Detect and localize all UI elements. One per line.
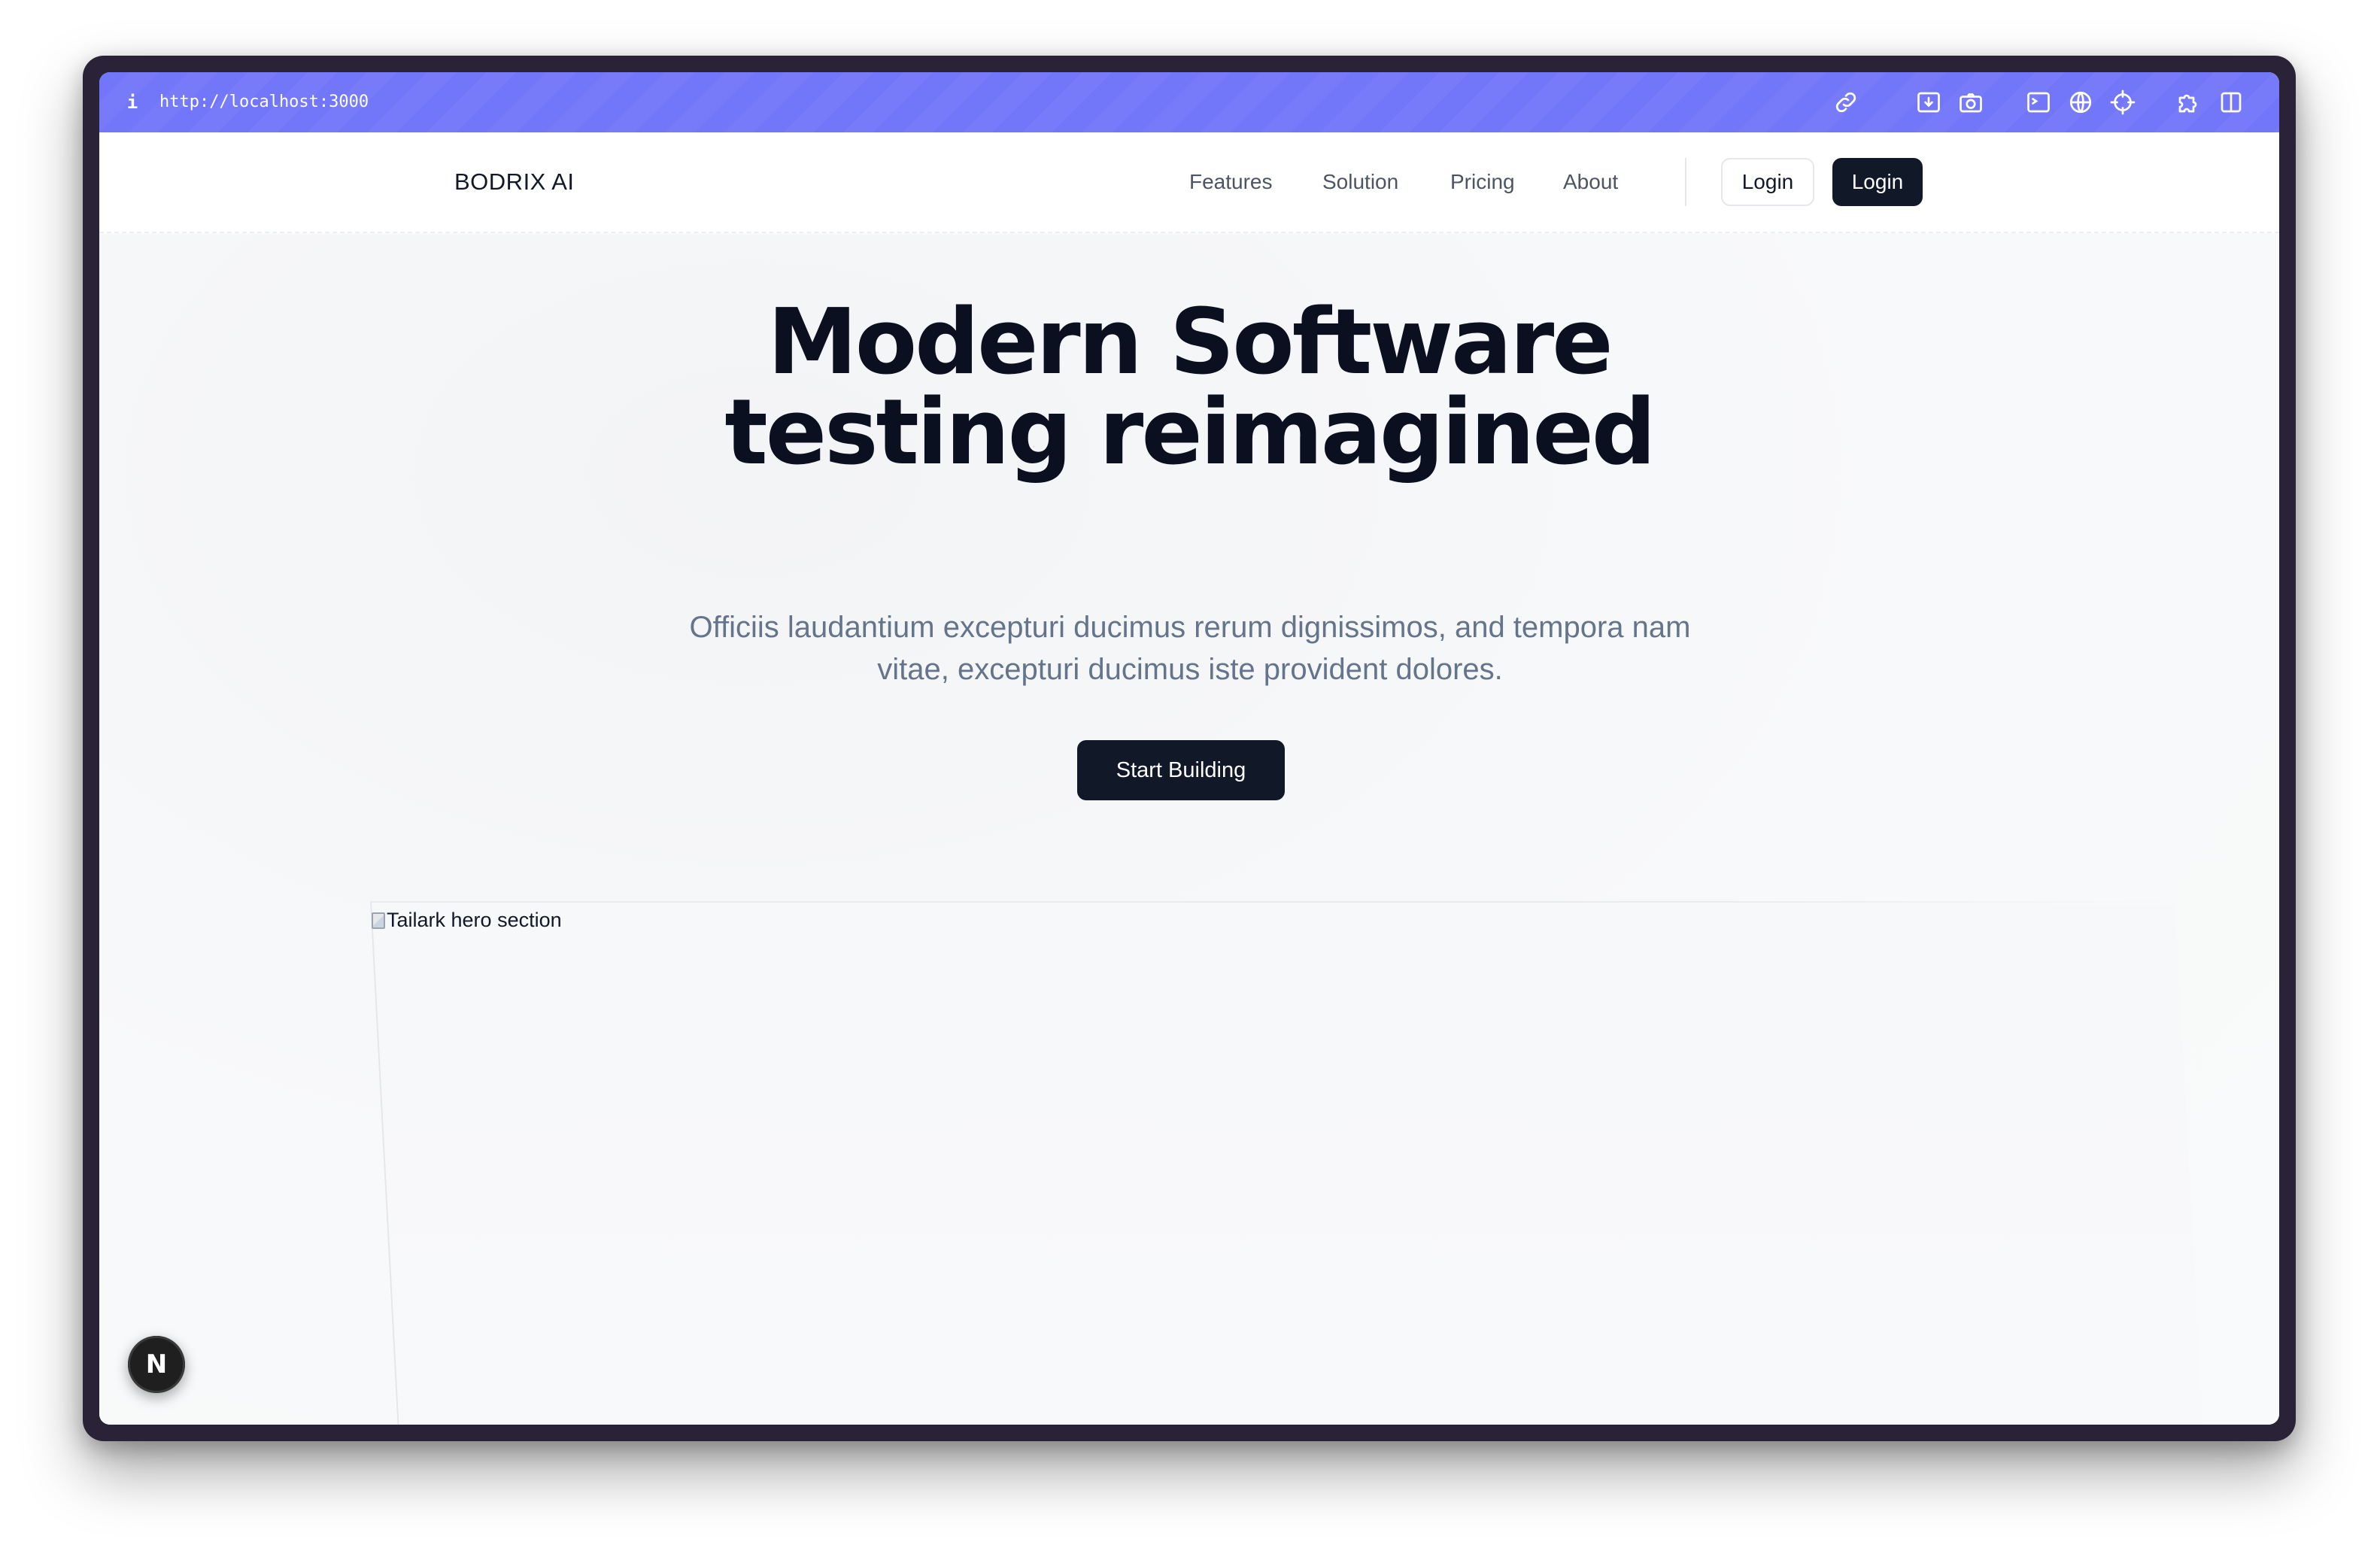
url-text[interactable]: http://localhost:3000 [159, 89, 369, 116]
hero-image-frame [370, 901, 2205, 1425]
download-icon[interactable] [1915, 89, 1942, 116]
hero-image-edge-fade [1724, 901, 2176, 904]
nav-link-about[interactable]: About [1563, 167, 1618, 197]
brand-logo[interactable]: BODRIX AI [454, 165, 575, 199]
browser-viewport: i http://localhost:3000 BODRIX AI Featur… [99, 72, 2279, 1425]
globe-icon[interactable] [2067, 89, 2094, 116]
link-icon[interactable] [1832, 89, 1859, 116]
camera-icon[interactable] [1957, 89, 1984, 116]
desktop-background: i http://localhost:3000 BODRIX AI Featur… [0, 0, 2380, 1551]
nav-divider [1685, 158, 1686, 206]
hero-subtitle: Officiis laudantium excepturi ducimus re… [689, 611, 1691, 686]
extension-icon[interactable] [2175, 89, 2202, 116]
hero-image-alt-text: Tailark hero section [387, 909, 562, 931]
login-outline-button[interactable]: Login [1721, 158, 1814, 206]
browser-window: i http://localhost:3000 BODRIX AI Featur… [83, 56, 2296, 1441]
hero-image-broken: Tailark hero section [372, 907, 562, 933]
hero-title-line-2: testing reimagined [724, 381, 1656, 485]
hero-title-line-1: Modern Software [767, 290, 1613, 395]
hero-title: Modern Software testing reimagined [99, 298, 2279, 478]
nav-link-features[interactable]: Features [1189, 167, 1273, 197]
terminal-icon[interactable] [2025, 89, 2052, 116]
info-icon[interactable]: i [125, 89, 140, 116]
address-bar: i http://localhost:3000 [99, 72, 2279, 132]
broken-image-icon [372, 912, 385, 929]
nav-link-pricing[interactable]: Pricing [1450, 167, 1515, 197]
login-primary-button[interactable]: Login [1832, 158, 1923, 206]
site-header: BODRIX AI Features Solution Pricing Abou… [99, 132, 2279, 233]
sidebar-icon[interactable] [2218, 89, 2245, 116]
nextjs-icon[interactable]: N [128, 1336, 185, 1393]
crosshair-icon[interactable] [2109, 89, 2136, 116]
start-building-button[interactable]: Start Building [1077, 740, 1285, 800]
nav-link-solution[interactable]: Solution [1322, 167, 1398, 197]
